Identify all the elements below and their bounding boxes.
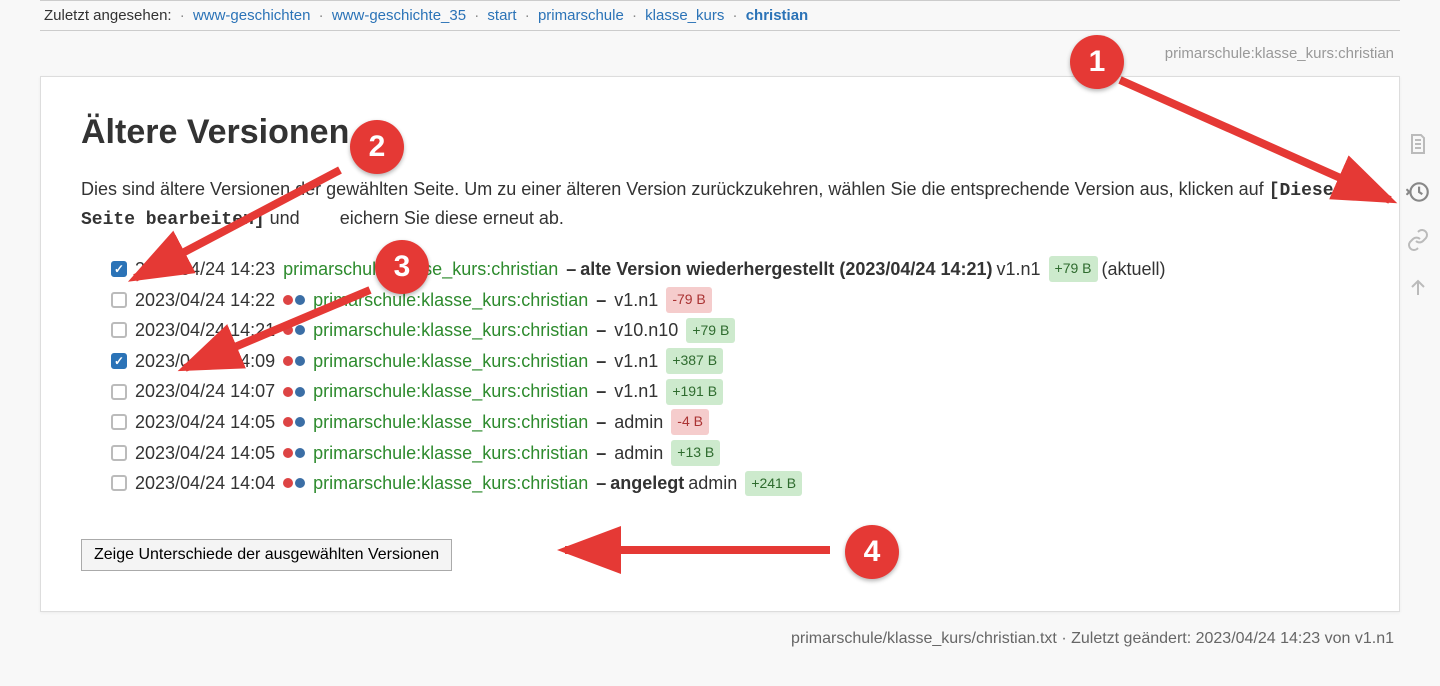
revision-page-link[interactable]: primarschule:klasse_kurs:christian <box>313 315 588 346</box>
breadcrumb-link[interactable]: www-geschichte_35 <box>332 7 466 24</box>
revision-row: 2023/04/24 14:22 primarschule:klasse_kurs… <box>111 285 1359 316</box>
diff-icon[interactable] <box>283 295 307 305</box>
breadcrumb-sep: · <box>733 7 738 24</box>
revision-checkbox[interactable] <box>111 322 127 338</box>
revision-checkbox[interactable] <box>111 414 127 430</box>
breadcrumb-link[interactable]: start <box>487 7 516 24</box>
breadcrumb-link[interactable]: www-geschichten <box>193 7 311 24</box>
revision-date: 2023/04/24 14:22 <box>135 285 275 316</box>
diff-icon[interactable] <box>283 448 307 458</box>
revision-row: ✓ 2023/04/24 14:09 primarschule:klasse_kur… <box>111 346 1359 377</box>
revision-size: +241 B <box>745 471 802 497</box>
revision-user: admin <box>688 468 737 499</box>
revision-page-link[interactable]: primarschule:klasse_kurs:christian <box>313 407 588 438</box>
intro-text: Dies sind ältere Versionen der gewählten… <box>81 176 1359 234</box>
revision-user: admin <box>614 438 663 469</box>
revision-checkbox[interactable] <box>111 384 127 400</box>
tool-backlinks[interactable] <box>1400 216 1436 264</box>
revision-page-link[interactable]: primarschule:klasse_kurs:christian <box>313 468 588 499</box>
diff-icon[interactable] <box>283 417 307 427</box>
tool-history[interactable] <box>1400 168 1436 216</box>
revision-row: 2023/04/24 14:05 primarschule:klasse_kurs… <box>111 438 1359 469</box>
revision-user: admin <box>614 407 663 438</box>
page-title: Ältere Versionen <box>81 113 1359 152</box>
revision-size: +79 B <box>686 318 735 344</box>
revision-date: 2023/04/24 14:23 <box>135 254 275 285</box>
revision-size: +79 B <box>1049 256 1098 282</box>
diff-icon[interactable] <box>283 478 307 488</box>
revision-user: v1.n1 <box>996 254 1040 285</box>
revision-current-tag: (aktuell) <box>1102 254 1166 285</box>
revision-size: -4 B <box>671 409 709 435</box>
revision-checkbox[interactable] <box>111 292 127 308</box>
revision-row: 2023/04/24 14:05 primarschule:klasse_kurs… <box>111 407 1359 438</box>
revision-row: 2023/04/24 14:07 primarschule:klasse_kurs… <box>111 376 1359 407</box>
show-diff-button[interactable]: Zeige Unterschiede der ausgewählten Vers… <box>81 539 452 571</box>
revision-checkbox[interactable] <box>111 445 127 461</box>
breadcrumb-current: christian <box>746 7 809 24</box>
revision-size: +191 B <box>666 379 723 405</box>
revision-date: 2023/04/24 14:05 <box>135 438 275 469</box>
diff-icon[interactable] <box>283 387 307 397</box>
revision-summary: angelegt <box>610 468 684 499</box>
revision-date: 2023/04/24 14:09 <box>135 346 275 377</box>
breadcrumb-link[interactable]: primarschule <box>538 7 624 24</box>
side-toolbar <box>1400 120 1436 312</box>
revision-user: v1.n1 <box>614 285 658 316</box>
revision-user: v1.n1 <box>614 376 658 407</box>
revision-user: v1.n1 <box>614 346 658 377</box>
annotation-badge-3: 3 <box>375 240 429 294</box>
revision-size: +387 B <box>666 348 723 374</box>
annotation-badge-4: 4 <box>845 525 899 579</box>
breadcrumb-link[interactable]: klasse_kurs <box>645 7 724 24</box>
revision-row: 2023/04/24 14:04 primarschule:klasse_kurs… <box>111 468 1359 499</box>
tool-show-page[interactable] <box>1400 120 1436 168</box>
footer-info: primarschule/klasse_kurs/christian.txt ·… <box>40 626 1400 652</box>
breadcrumb: Zuletzt angesehen: · www-geschichten · w… <box>40 0 1400 31</box>
revision-size: -79 B <box>666 287 711 313</box>
revision-user: v10.n10 <box>614 315 678 346</box>
content-box: Ältere Versionen Dies sind ältere Versio… <box>40 76 1400 612</box>
revision-summary: alte Version wiederhergestellt (2023/04/… <box>580 254 992 285</box>
revision-checkbox[interactable] <box>111 475 127 491</box>
diff-icon[interactable] <box>283 356 307 366</box>
revision-checkbox[interactable]: ✓ <box>111 353 127 369</box>
revision-page-link[interactable]: primarschule:klasse_kurs:christian <box>313 285 588 316</box>
revision-date: 2023/04/24 14:21 <box>135 315 275 346</box>
diff-icon[interactable] <box>283 325 307 335</box>
annotation-badge-2: 2 <box>350 120 404 174</box>
revision-checkbox[interactable]: ✓ <box>111 261 127 277</box>
revision-date: 2023/04/24 14:04 <box>135 468 275 499</box>
breadcrumb-label: Zuletzt angesehen: <box>44 7 172 24</box>
revision-page-link[interactable]: primarschule:klasse_kurs:christian <box>313 376 588 407</box>
tool-top[interactable] <box>1400 264 1436 312</box>
page-path: primarschule:klasse_kurs:christian <box>40 31 1400 66</box>
revision-size: +13 B <box>671 440 720 466</box>
revision-row: ✓2023/04/24 14:23primarschule:klasse_kur… <box>111 254 1359 285</box>
revision-date: 2023/04/24 14:05 <box>135 407 275 438</box>
revision-list: ✓ 2023/04/24 14:23 primarschule:klasse_kur… <box>81 254 1359 499</box>
revision-row: 2023/04/24 14:21 primarschule:klasse_kurs… <box>111 315 1359 346</box>
annotation-badge-1: 1 <box>1070 35 1124 89</box>
revision-page-link[interactable]: primarschule:klasse_kurs:christian <box>313 346 588 377</box>
revision-page-link[interactable]: primarschule:klasse_kurs:christian <box>313 438 588 469</box>
revision-date: 2023/04/24 14:07 <box>135 376 275 407</box>
